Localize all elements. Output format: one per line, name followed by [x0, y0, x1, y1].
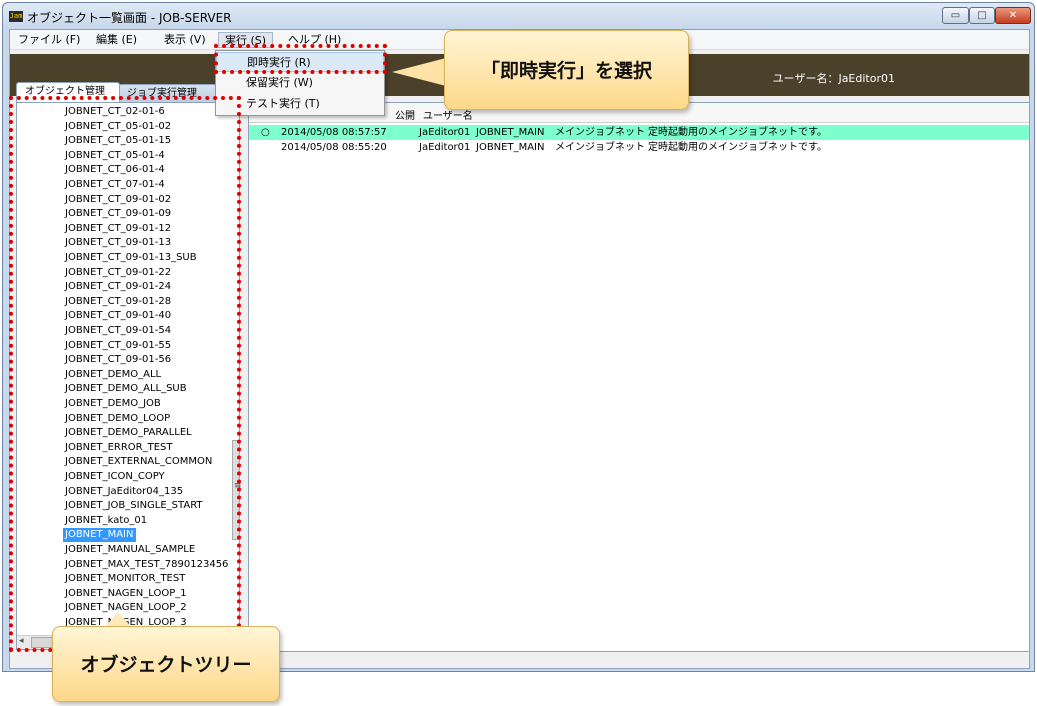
cell-name: メインジョブネット: [555, 142, 645, 153]
cell-user: JaEditor01: [419, 142, 471, 153]
app-icon: Jam: [9, 11, 23, 22]
cell-updated: 2014/05/08 08:57:57: [281, 127, 387, 138]
callout-run: 「即時実行」を選択: [444, 30, 689, 110]
row-marker: ○: [261, 127, 270, 138]
object-list-grid[interactable]: 公開 ユーザー名 ○ 2014/05/08 08:57:57 JaEditor0…: [248, 102, 1030, 652]
cell-user: JaEditor01: [419, 127, 471, 138]
menu-view[interactable]: 表示 (V): [158, 32, 212, 48]
callout-tree: オブジェクトツリー: [52, 626, 280, 702]
close-button[interactable]: ✕: [995, 7, 1031, 24]
user-name-label: ユーザー名：JaEditor01: [772, 72, 895, 85]
minimize-button[interactable]: ▭: [942, 7, 969, 24]
maximize-button[interactable]: □: [969, 7, 995, 24]
menu-item-test-run[interactable]: テスト実行 (T): [216, 94, 384, 114]
title-bar[interactable]: Jam オブジェクト一覧画面 - JOB-SERVER ▭ □ ✕: [3, 3, 1034, 29]
highlight-immediate-run: [214, 44, 387, 74]
column-header-public[interactable]: 公開: [395, 107, 415, 122]
cell-id: JOBNET_MAIN: [476, 127, 545, 138]
menu-file[interactable]: ファイル (F): [12, 32, 86, 48]
table-row[interactable]: 2014/05/08 08:55:20 JaEditor01 JOBNET_MA…: [249, 140, 1029, 155]
cell-description: 定時起動用のメインジョブネットです。: [648, 142, 827, 153]
cell-updated: 2014/05/08 08:55:20: [281, 142, 387, 153]
cell-id: JOBNET_MAIN: [476, 142, 545, 153]
menu-edit[interactable]: 編集 (E): [90, 32, 143, 48]
highlight-object-tree: [9, 96, 241, 652]
window-title: オブジェクト一覧画面 - JOB-SERVER: [27, 11, 232, 25]
cell-name: メインジョブネット: [555, 127, 645, 138]
menu-item-hold-run[interactable]: 保留実行 (W): [216, 73, 384, 93]
callout-run-pointer: [392, 58, 446, 86]
cell-description: 定時起動用のメインジョブネットです。: [648, 127, 827, 138]
table-row[interactable]: ○ 2014/05/08 08:57:57 JaEditor01 JOBNET_…: [249, 125, 1029, 140]
